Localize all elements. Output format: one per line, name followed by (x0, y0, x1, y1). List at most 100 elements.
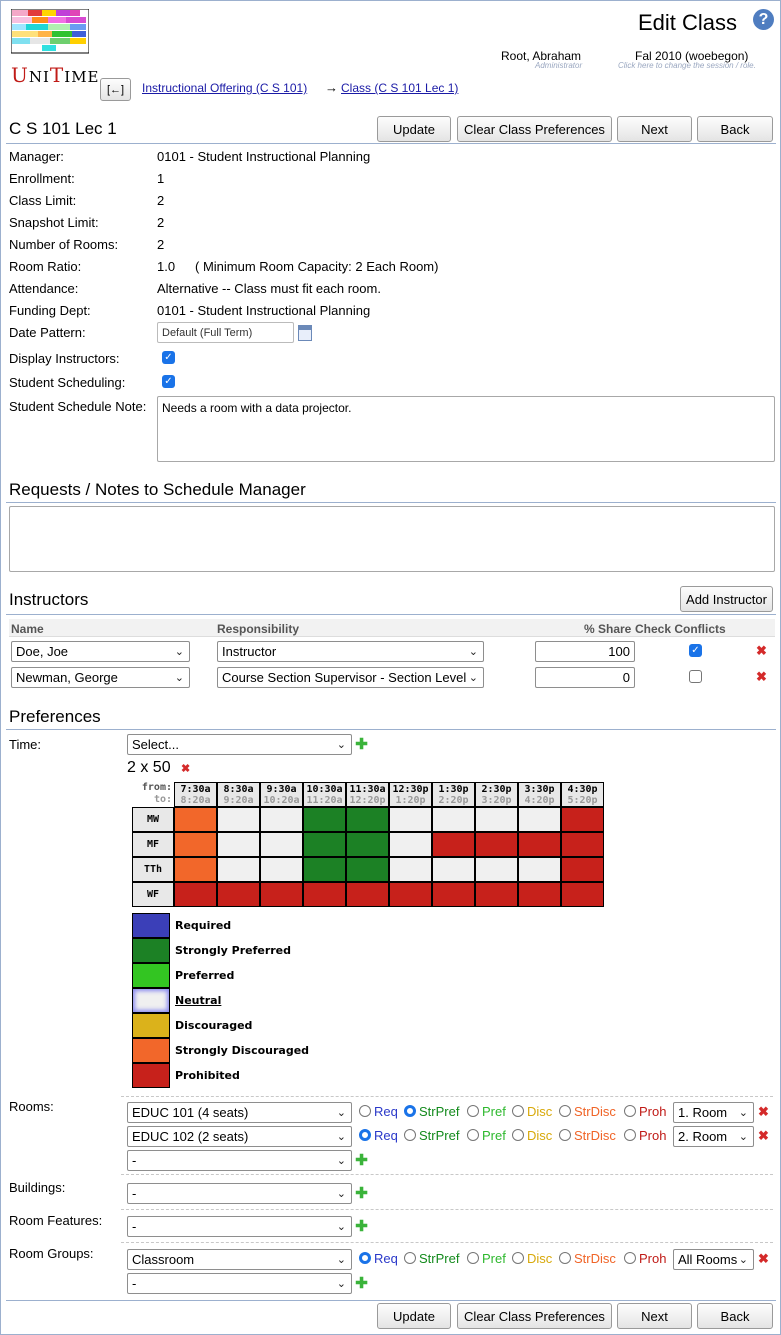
time-pref-cell[interactable] (561, 882, 604, 907)
radio-pref[interactable] (467, 1129, 479, 1141)
student-scheduling-checkbox[interactable]: ✓ (162, 375, 175, 388)
time-pref-cell[interactable] (260, 882, 303, 907)
time-pref-cell[interactable] (389, 832, 432, 857)
next-button-bottom[interactable]: Next (617, 1303, 692, 1329)
time-pref-cell[interactable] (389, 807, 432, 832)
time-pref-cell[interactable] (561, 807, 604, 832)
room-feature-select[interactable]: - ⌄ (127, 1216, 352, 1237)
add-icon[interactable]: ✚ (355, 1276, 368, 1291)
instructor-name-select[interactable]: Newman, George ⌄ (11, 667, 190, 688)
legend-swatch[interactable] (132, 1063, 170, 1088)
delete-icon[interactable]: ✖ (758, 1128, 769, 1144)
breadcrumb-class[interactable]: Class (C S 101 Lec 1) (341, 81, 458, 95)
time-pref-cell[interactable] (260, 807, 303, 832)
add-icon[interactable]: ✚ (355, 1186, 368, 1201)
breadcrumb-offering[interactable]: Instructional Offering (C S 101) (142, 81, 307, 95)
time-pref-cell[interactable] (217, 832, 260, 857)
radio-pref[interactable] (467, 1252, 479, 1264)
time-pref-cell[interactable] (432, 807, 475, 832)
room-index-select[interactable]: 1. Room ⌄ (673, 1102, 754, 1123)
responsibility-select[interactable]: Course Section Supervisor - Section Leve… (217, 667, 484, 688)
room-index-select[interactable]: 2. Room ⌄ (673, 1126, 754, 1147)
legend-swatch[interactable] (132, 1038, 170, 1063)
time-pref-cell[interactable] (303, 882, 346, 907)
time-pref-cell[interactable] (217, 857, 260, 882)
delete-icon[interactable]: ✖ (181, 762, 190, 775)
time-pref-cell[interactable] (518, 832, 561, 857)
clear-prefs-button-bottom[interactable]: Clear Class Preferences (457, 1303, 612, 1329)
delete-icon[interactable]: ✖ (756, 669, 767, 685)
delete-icon[interactable]: ✖ (758, 1104, 769, 1120)
add-instructor-button[interactable]: Add Instructor (680, 586, 773, 612)
session-hint[interactable]: Click here to change the session / role. (618, 61, 756, 70)
radio-req[interactable] (359, 1105, 371, 1117)
time-pref-cell[interactable] (174, 882, 217, 907)
share-input[interactable]: 100 (535, 641, 635, 662)
time-pref-cell[interactable] (346, 807, 389, 832)
time-pref-cell[interactable] (518, 882, 561, 907)
room-select[interactable]: EDUC 101 (4 seats) ⌄ (127, 1102, 352, 1123)
back-nav-button[interactable]: [←] (100, 78, 131, 101)
time-pref-cell[interactable] (174, 857, 217, 882)
radio-strdisc[interactable] (559, 1252, 571, 1264)
time-pref-cell[interactable] (303, 832, 346, 857)
legend-swatch[interactable] (132, 963, 170, 988)
calendar-icon[interactable] (298, 325, 312, 341)
add-icon[interactable]: ✚ (355, 1153, 368, 1168)
room-group-select[interactable]: - ⌄ (127, 1273, 352, 1294)
add-icon[interactable]: ✚ (355, 737, 368, 752)
schedule-note-textarea[interactable]: Needs a room with a data projector. (157, 396, 775, 462)
time-pattern-select[interactable]: Select... ⌄ (127, 734, 352, 755)
time-pref-cell[interactable] (561, 857, 604, 882)
help-icon[interactable]: ? (753, 9, 774, 30)
radio-strpref[interactable] (404, 1129, 416, 1141)
building-select[interactable]: - ⌄ (127, 1183, 352, 1204)
radio-strpref[interactable] (404, 1105, 416, 1117)
time-pref-cell[interactable] (432, 882, 475, 907)
legend-swatch[interactable] (132, 988, 170, 1013)
radio-req[interactable] (359, 1252, 371, 1264)
time-pref-cell[interactable] (475, 807, 518, 832)
share-input[interactable]: 0 (535, 667, 635, 688)
time-pref-cell[interactable] (174, 832, 217, 857)
radio-disc[interactable] (512, 1129, 524, 1141)
time-pref-cell[interactable] (475, 832, 518, 857)
room-select[interactable]: - ⌄ (127, 1150, 352, 1171)
update-button-top[interactable]: Update (377, 116, 451, 142)
radio-strpref[interactable] (404, 1252, 416, 1264)
legend-swatch[interactable] (132, 913, 170, 938)
radio-disc[interactable] (512, 1252, 524, 1264)
radio-proh[interactable] (624, 1129, 636, 1141)
time-preference-grid[interactable]: from: to: 7:30a 8:20a 8:30a 9:20a 9:30a 10:20a 1… (132, 782, 607, 910)
room-group-select[interactable]: Classroom ⌄ (127, 1249, 352, 1270)
radio-proh[interactable] (624, 1252, 636, 1264)
time-pref-cell[interactable] (303, 857, 346, 882)
time-pref-cell[interactable] (475, 882, 518, 907)
date-pattern-input[interactable]: Default (Full Term) (157, 322, 294, 343)
radio-disc[interactable] (512, 1105, 524, 1117)
time-pref-cell[interactable] (432, 857, 475, 882)
time-pref-cell[interactable] (518, 857, 561, 882)
add-icon[interactable]: ✚ (355, 1219, 368, 1234)
radio-strdisc[interactable] (559, 1129, 571, 1141)
time-pref-cell[interactable] (217, 807, 260, 832)
time-pref-cell[interactable] (346, 882, 389, 907)
instructor-name-select[interactable]: Doe, Joe ⌄ (11, 641, 190, 662)
time-pref-cell[interactable] (346, 832, 389, 857)
time-pref-cell[interactable] (174, 807, 217, 832)
radio-req[interactable] (359, 1129, 371, 1141)
time-pref-cell[interactable] (389, 882, 432, 907)
time-pref-cell[interactable] (260, 857, 303, 882)
delete-icon[interactable]: ✖ (756, 643, 767, 659)
time-pref-cell[interactable] (260, 832, 303, 857)
room-group-index-select[interactable]: All Rooms ⌄ (673, 1249, 754, 1270)
back-button-top[interactable]: Back (697, 116, 773, 142)
time-pref-cell[interactable] (432, 832, 475, 857)
back-button-bottom[interactable]: Back (697, 1303, 773, 1329)
check-conflicts-checkbox[interactable]: ✓ (689, 644, 702, 657)
display-instructors-checkbox[interactable]: ✓ (162, 351, 175, 364)
check-conflicts-checkbox[interactable] (689, 670, 702, 683)
radio-proh[interactable] (624, 1105, 636, 1117)
clear-prefs-button-top[interactable]: Clear Class Preferences (457, 116, 612, 142)
radio-strdisc[interactable] (559, 1105, 571, 1117)
